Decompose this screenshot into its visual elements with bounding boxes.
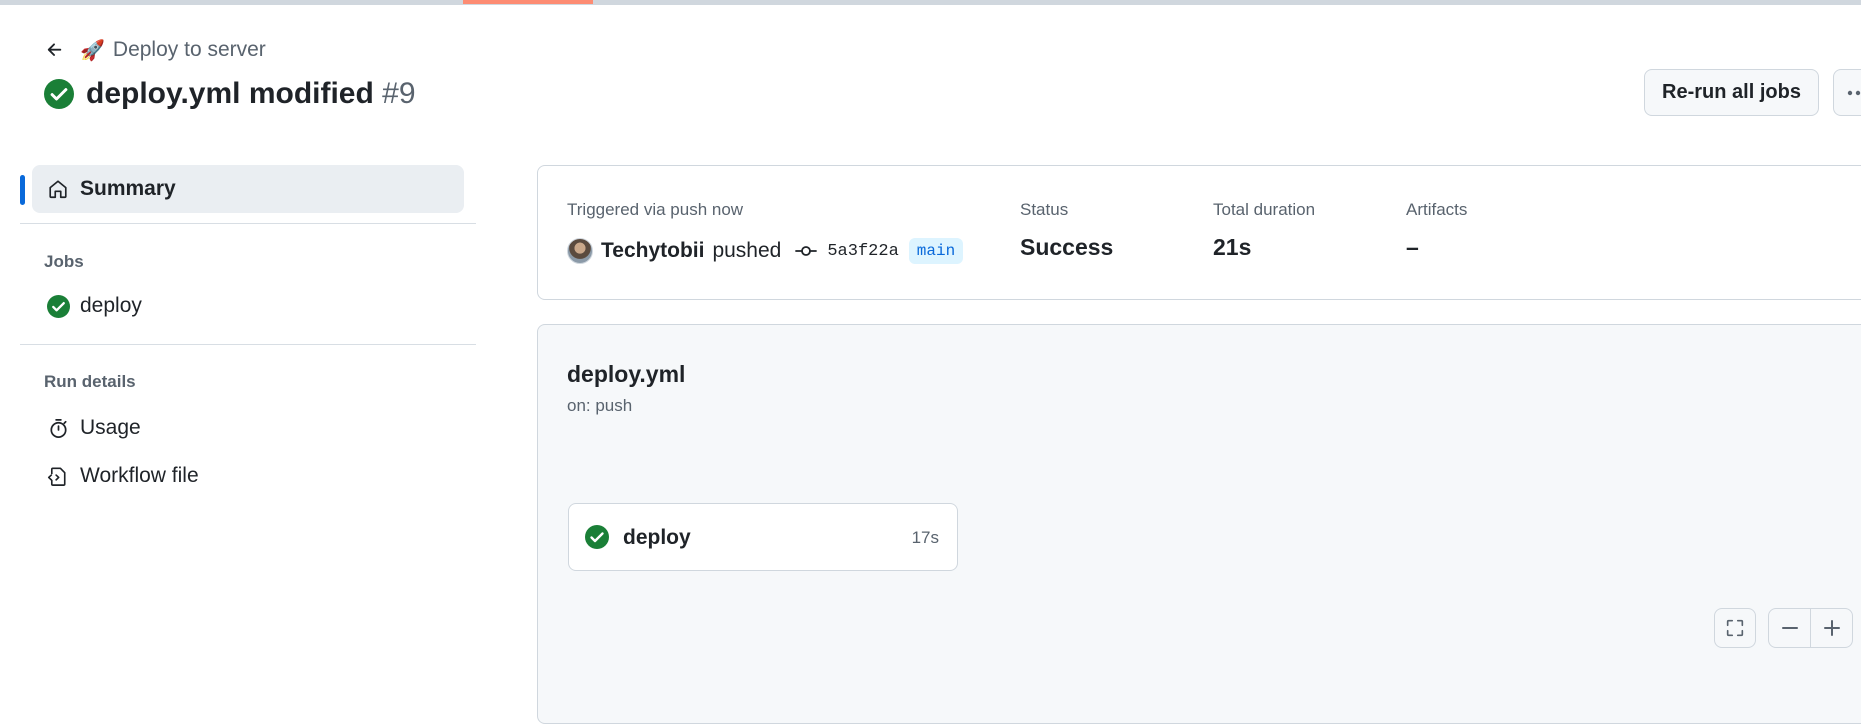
top-border (0, 0, 1861, 5)
action-text: pushed (712, 239, 782, 262)
zoom-in-button[interactable] (1810, 608, 1853, 648)
sidebar-item-usage[interactable]: Usage (32, 408, 464, 448)
sidebar-item-label: Workflow file (80, 464, 199, 487)
job-name: deploy (623, 526, 691, 549)
status-label: Status (1020, 200, 1069, 219)
workflow-trigger: on: push (567, 396, 633, 415)
job-duration: 17s (911, 528, 939, 547)
rerun-all-jobs-button[interactable]: Re-run all jobs (1644, 69, 1819, 116)
sidebar-item-workflow-file[interactable]: Workflow file (32, 456, 464, 496)
minus-icon (1781, 627, 1798, 629)
git-commit-icon (795, 246, 818, 256)
sidebar-item-summary[interactable]: Summary (20, 165, 464, 213)
back-arrow-icon[interactable] (44, 39, 66, 61)
run-details-heading: Run details (44, 372, 136, 391)
run-number: #9 (382, 77, 416, 110)
duration-value: 21s (1213, 234, 1252, 260)
trigger-details: Techytobii pushed 5a3f22a main (567, 236, 964, 266)
plus-icon (1823, 620, 1840, 636)
actor-link[interactable]: Techytobii (601, 239, 704, 263)
branch-badge[interactable]: main (908, 238, 964, 264)
zoom-out-button[interactable] (1768, 608, 1811, 648)
screen-full-icon (1726, 619, 1744, 637)
fullscreen-button[interactable] (1714, 608, 1756, 648)
commit-sha-link[interactable]: 5a3f22a (827, 242, 898, 261)
file-code-icon (46, 464, 70, 488)
page-title: deploy.yml modified #9 (86, 77, 416, 111)
sidebar-item-label: Usage (80, 416, 141, 439)
sidebar-item-label: Summary (80, 177, 176, 200)
artifacts-label: Artifacts (1406, 200, 1468, 219)
sidebar-item-job-deploy[interactable]: deploy (32, 286, 464, 326)
duration-label: Total duration (1213, 200, 1316, 219)
success-check-icon (585, 525, 609, 554)
workflow-graph: deploy.yml on: push deploy 17s (537, 324, 1861, 724)
page-load-progress (463, 0, 593, 4)
stopwatch-icon (46, 416, 70, 440)
status-value: Success (1020, 234, 1114, 260)
breadcrumb: 🚀 Deploy to server (44, 36, 266, 64)
success-check-icon (46, 294, 70, 318)
trigger-label: Triggered via push now (567, 200, 744, 219)
run-title-row: deploy.yml modified #9 (44, 74, 416, 114)
kebab-horizontal-icon (1847, 90, 1861, 95)
run-summary-card: Triggered via push now Techytobii pushed… (537, 165, 1861, 300)
run-title: deploy.yml modified (86, 77, 374, 110)
workflow-file-title: deploy.yml (567, 361, 686, 387)
divider (20, 344, 476, 345)
success-check-icon (44, 79, 74, 109)
divider (20, 223, 476, 224)
sidebar-item-label: deploy (80, 294, 142, 317)
job-node-deploy[interactable]: deploy 17s (568, 503, 958, 571)
workflow-name-link[interactable]: Deploy to server (113, 38, 266, 62)
jobs-heading: Jobs (44, 252, 84, 271)
more-options-button[interactable] (1833, 69, 1861, 116)
rocket-emoji-icon: 🚀 (80, 39, 105, 62)
avatar[interactable] (567, 238, 593, 264)
artifacts-value: – (1406, 234, 1419, 260)
home-icon (46, 177, 70, 201)
active-indicator (20, 175, 25, 205)
